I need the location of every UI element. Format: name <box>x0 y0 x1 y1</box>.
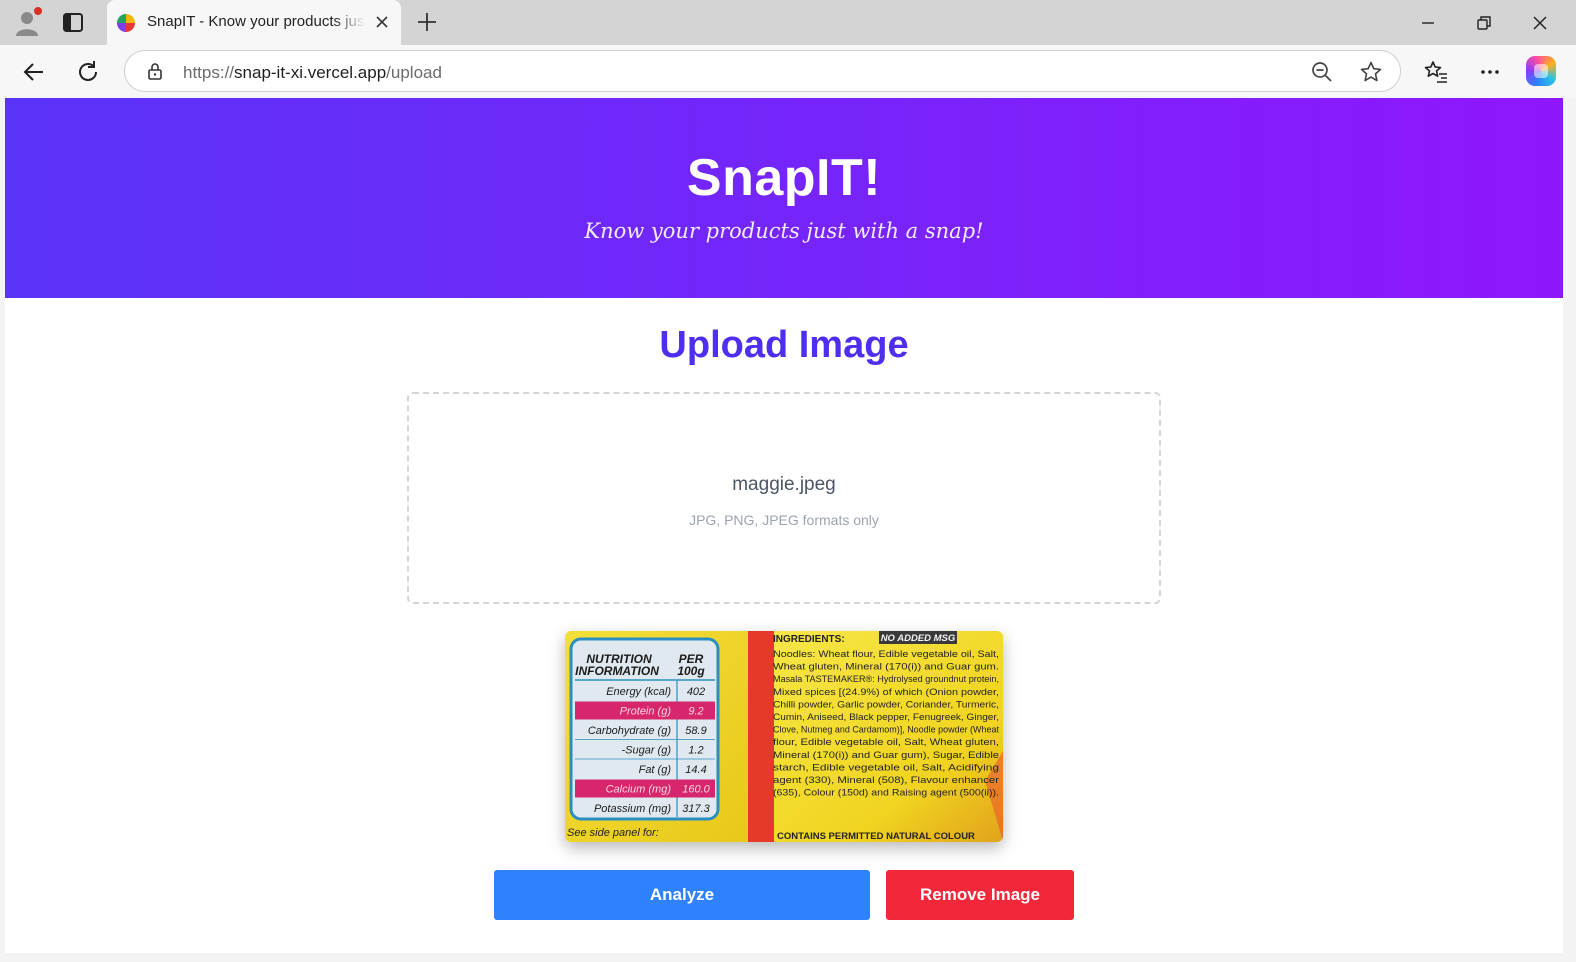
ingredients-line: Clove, Nutmeg and Cardamom)], Noodle pow… <box>773 725 999 736</box>
url-host: snap-it-xi.vercel.app <box>234 63 387 82</box>
ingredients-line: Wheat gluten, Mineral (170(i)) and Guar … <box>773 662 999 673</box>
tab-title: SnapIT - Know your products just with a … <box>147 13 365 30</box>
ingredients-line: Cumin, Aniseed, Black pepper, Fenugreek,… <box>773 712 999 723</box>
brand-title: SnapIT! <box>686 149 882 207</box>
ingredients-line: Chilli powder, Garlic powder, Coriander,… <box>773 699 999 710</box>
more-options-icon[interactable] <box>1475 57 1505 87</box>
selected-file-name: maggie.jpeg <box>732 474 836 495</box>
restore-window-icon[interactable] <box>1469 8 1499 38</box>
zoom-out-icon[interactable] <box>1310 60 1334 84</box>
browser-tab-strip: SnapIT - Know your products just with a … <box>0 0 1576 45</box>
nutrition-row-value: 14.4 <box>685 764 706 776</box>
ingredients-title: INGREDIENTS: <box>773 634 845 645</box>
nutrition-row-label: Protein (g) <box>620 706 672 718</box>
nutrition-row-label: Fat (g) <box>639 764 672 776</box>
image-dropzone[interactable]: maggie.jpeg JPG, PNG, JPEG formats only <box>407 392 1161 604</box>
file-format-hint: JPG, PNG, JPEG formats only <box>689 512 879 528</box>
no-msg-badge: NO ADDED MSG <box>881 633 956 644</box>
ingredients-text: Noodles: Wheat flour, Edible vegetable o… <box>773 649 1000 799</box>
analyze-button[interactable]: Analyze <box>494 870 870 920</box>
ingredients-line: (635), Colour (150d) and Raising agent (… <box>773 788 999 799</box>
ingredients-line: starch, Edible vegetable oil, Salt, Acid… <box>773 762 999 773</box>
url-path: /upload <box>386 63 442 82</box>
lock-icon[interactable] <box>145 61 165 81</box>
url-scheme: https:// <box>183 63 235 82</box>
url-text[interactable]: https://snap-it-xi.vercel.app/upload <box>183 63 442 83</box>
close-window-icon[interactable] <box>1525 8 1555 38</box>
nutrition-heading-line2: INFORMATION <box>575 664 659 678</box>
minimize-window-icon[interactable] <box>1413 8 1443 38</box>
hero-banner: SnapIT! Know your products just with a s… <box>5 98 1563 298</box>
nutrition-row-value: 9.2 <box>688 706 703 718</box>
snapit-favicon-icon <box>117 14 135 32</box>
nutrition-row-value: 160.0 <box>682 784 710 796</box>
active-tab[interactable]: SnapIT - Know your products just with a … <box>107 0 401 45</box>
remove-image-button[interactable]: Remove Image <box>886 870 1074 920</box>
nutrition-row-value: 317.3 <box>682 803 710 815</box>
web-page: SnapIT! Know your products just with a s… <box>5 98 1563 953</box>
product-label-photo: NUTRITION INFORMATION PER 100g Energy (k… <box>565 631 1003 842</box>
favorite-star-icon[interactable] <box>1359 60 1383 84</box>
nutrition-per-line2: 100g <box>677 664 705 678</box>
brand-tagline: Know your products just with a snap! <box>584 219 984 243</box>
refresh-icon[interactable] <box>73 57 103 87</box>
ingredients-line: Noodles: Wheat flour, Edible vegetable o… <box>773 649 999 660</box>
ingredients-line: agent (330), Mineral (508), Flavour enha… <box>773 775 1000 786</box>
favorites-list-icon[interactable] <box>1421 57 1451 87</box>
ingredients-line: Mixed spices [(24.9%) of which (Onion po… <box>773 687 999 698</box>
nutrition-row-label: -Sugar (g) <box>621 745 671 757</box>
close-tab-icon[interactable] <box>371 11 393 33</box>
back-arrow-icon[interactable] <box>19 57 49 87</box>
browser-toolbar: https://snap-it-xi.vercel.app/upload <box>0 45 1576 98</box>
ingredients-line: Mineral (170(i)) and Guar gum), Sugar, E… <box>773 750 999 761</box>
ingredients-line: Masala TASTEMAKER®: Hydrolysed groundnut… <box>773 674 999 685</box>
nutrition-row-value: 58.9 <box>685 725 706 737</box>
nutrition-footer: See side panel for: <box>567 827 659 839</box>
nutrition-row-label: Energy (kcal) <box>606 686 671 698</box>
upload-heading: Upload Image <box>659 324 909 366</box>
tab-actions-icon[interactable] <box>58 9 88 37</box>
nutrition-row-value: 1.2 <box>688 745 703 757</box>
uploaded-image-preview: NUTRITION INFORMATION PER 100g Energy (k… <box>565 631 1003 842</box>
profile-avatar-icon[interactable] <box>12 6 44 38</box>
nutrition-row-value: 402 <box>687 686 705 698</box>
nutrition-row-label: Carbohydrate (g) <box>588 725 671 737</box>
address-bar[interactable]: https://snap-it-xi.vercel.app/upload <box>124 50 1401 92</box>
nutrition-row-label: Potassium (mg) <box>594 803 671 815</box>
copilot-icon[interactable] <box>1526 56 1556 86</box>
ingredients-line: flour, Edible vegetable oil, Salt, Wheat… <box>773 737 999 748</box>
ingredients-footer: CONTAINS PERMITTED NATURAL COLOUR <box>777 831 975 842</box>
nutrition-row-label: Calcium (mg) <box>606 784 672 796</box>
new-tab-plus-icon[interactable] <box>414 9 440 35</box>
